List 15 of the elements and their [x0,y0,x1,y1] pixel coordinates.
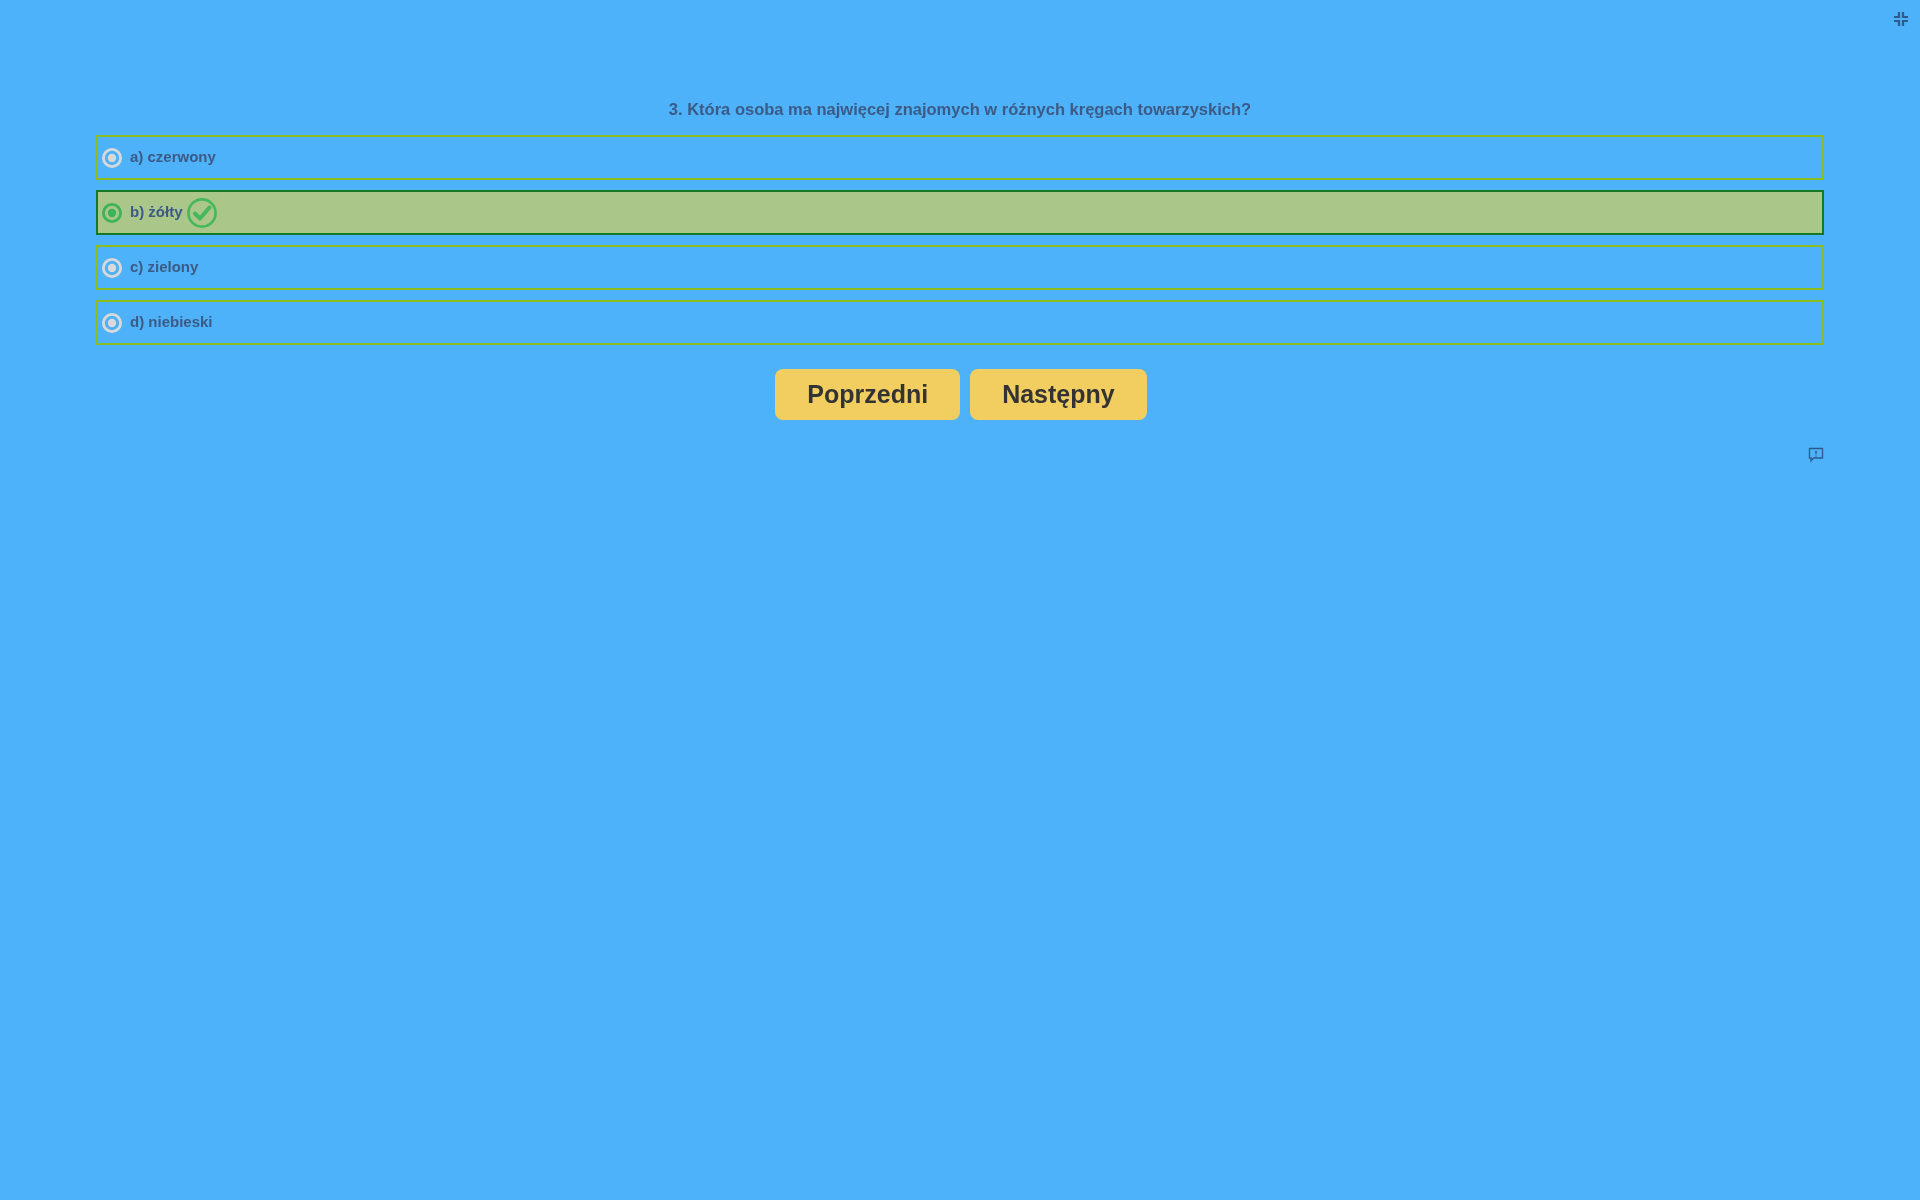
answer-option[interactable]: a) czerwony [96,135,1824,180]
feedback-icon [1807,446,1824,463]
next-button[interactable]: Następny [970,369,1147,420]
exit-fullscreen-icon [1894,12,1908,26]
question-text: 3. Która osoba ma najwięcej znajomych w różnych kręgach towarzyskich? [668,99,1252,119]
answer-option[interactable]: d) niebieski [96,300,1824,345]
radio-icon [102,147,122,168]
exit-fullscreen-button[interactable] [1892,10,1910,28]
radio-icon [102,202,122,223]
radio-icon [102,312,122,333]
answer-option[interactable]: c) zielony [96,245,1824,290]
feedback-button[interactable] [1807,446,1824,463]
previous-button[interactable]: Poprzedni [775,369,961,420]
answer-option[interactable]: b) żółty [96,190,1824,235]
radio-icon [102,257,122,278]
